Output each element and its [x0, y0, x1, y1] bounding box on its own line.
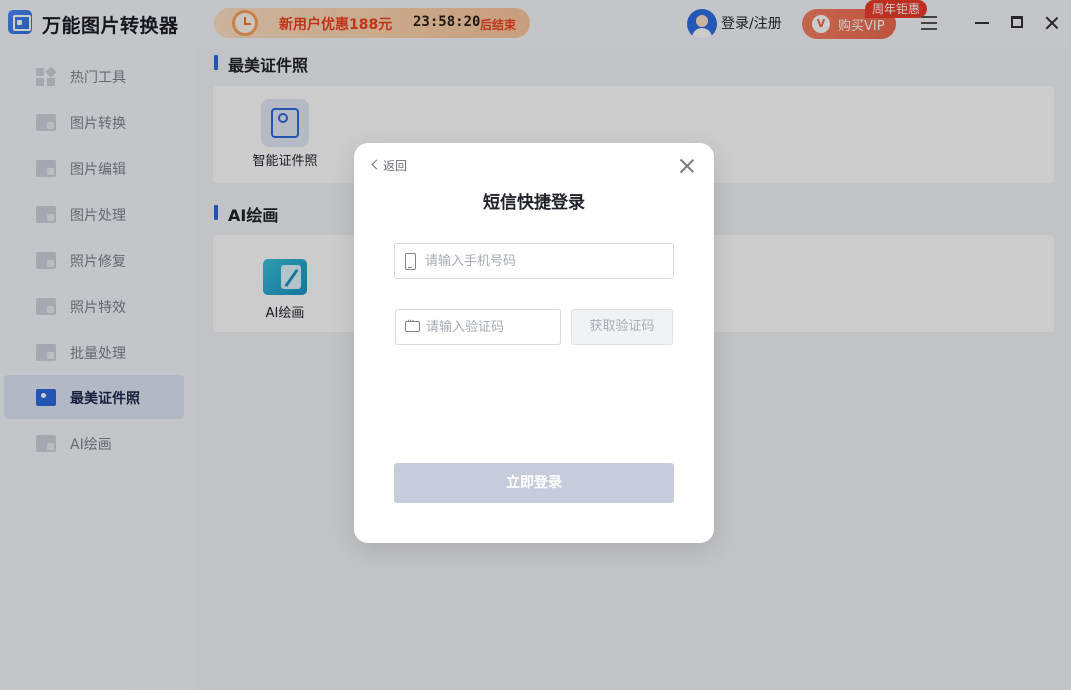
code-field[interactable]	[395, 309, 561, 345]
phone-input[interactable]	[425, 244, 667, 278]
back-button[interactable]: 返回	[383, 157, 407, 174]
message-icon	[405, 316, 420, 332]
verification-code-input[interactable]	[426, 310, 554, 344]
chevron-left-icon[interactable]	[371, 159, 382, 170]
mobile-phone-icon	[405, 253, 416, 270]
get-code-button[interactable]: 获取验证码	[571, 309, 673, 345]
close-icon[interactable]	[679, 158, 695, 174]
login-now-button[interactable]: 立即登录	[394, 463, 674, 503]
dialog-title: 短信快捷登录	[483, 193, 585, 213]
sms-login-dialog: 返回 短信快捷登录 获取验证码 立即登录	[354, 143, 714, 543]
phone-field[interactable]	[394, 243, 674, 279]
